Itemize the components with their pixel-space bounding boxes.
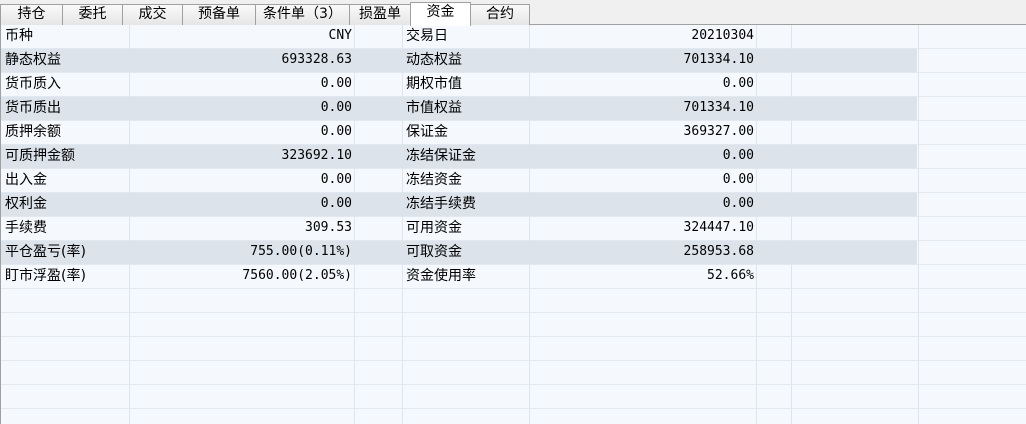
label-trading-day: 交易日 <box>406 28 448 44</box>
value-deposit-withdrawal: 0.00 <box>320 172 352 187</box>
tab-orders[interactable]: 委托 <box>62 4 123 25</box>
table-row: 可质押金额 323692.10 冻结保证金 0.00 <box>1 145 1026 169</box>
label-available-funds: 可用资金 <box>406 220 462 236</box>
value-mtm-float-pnl: 7560.00(2.05%) <box>242 268 352 283</box>
label-frozen-commission: 冻结手续费 <box>406 196 476 212</box>
value-fund-usage-rate: 52.66% <box>707 268 754 283</box>
label-static-equity: 静态权益 <box>5 52 61 68</box>
label-dynamic-equity: 动态权益 <box>406 52 462 68</box>
value-currency-pledge-out: 0.00 <box>320 100 352 115</box>
label-currency: 币种 <box>5 28 33 44</box>
table-row: 盯市浮盈(率) 7560.00(2.05%) 资金使用率 52.66% <box>1 265 1026 289</box>
label-margin: 保证金 <box>406 124 448 140</box>
label-pledgeable-amount: 可质押金额 <box>5 148 75 164</box>
value-available-funds: 324447.10 <box>683 220 754 235</box>
value-frozen-commission: 0.00 <box>722 196 754 211</box>
table-row: 货币质出 0.00 市值权益 701334.10 <box>1 97 1026 121</box>
table-row: 出入金 0.00 冻结资金 0.00 <box>1 169 1026 193</box>
label-frozen-funds: 冻结资金 <box>406 172 462 188</box>
label-currency-pledge-out: 货币质出 <box>5 100 61 116</box>
label-premium: 权利金 <box>5 196 47 212</box>
funds-table: 币种 CNY 交易日 20210304 静态权益 693328.63 动态权益 … <box>0 25 1026 424</box>
tab-stop-profit-orders[interactable]: 损盈单 <box>349 4 411 25</box>
value-commission: 309.53 <box>305 220 352 235</box>
label-withdrawable-funds: 可取资金 <box>406 244 462 260</box>
value-currency-pledge-in: 0.00 <box>320 76 352 91</box>
table-row: 质押余额 0.00 保证金 369327.00 <box>1 121 1026 145</box>
tab-trades[interactable]: 成交 <box>122 4 183 25</box>
tab-bar: 持仓 委托 成交 预备单 条件单（3） 损盈单 资金 合约 <box>0 0 1026 26</box>
table-row: 币种 CNY 交易日 20210304 <box>1 25 1026 49</box>
value-trading-day: 20210304 <box>691 28 754 43</box>
label-fund-usage-rate: 资金使用率 <box>406 268 476 284</box>
label-option-market-value: 期权市值 <box>406 76 462 92</box>
value-frozen-margin: 0.00 <box>722 148 754 163</box>
label-close-pnl: 平仓盈亏(率) <box>5 244 86 260</box>
table-row: 货币质入 0.00 期权市值 0.00 <box>1 73 1026 97</box>
table-row: 静态权益 693328.63 动态权益 701334.10 <box>1 49 1026 73</box>
value-static-equity: 693328.63 <box>281 52 352 67</box>
tab-prepared-orders[interactable]: 预备单 <box>182 4 256 25</box>
tab-positions[interactable]: 持仓 <box>0 4 63 25</box>
table-row: 手续费 309.53 可用资金 324447.10 <box>1 217 1026 241</box>
value-option-market-value: 0.00 <box>722 76 754 91</box>
label-frozen-margin: 冻结保证金 <box>406 148 476 164</box>
label-mtm-float-pnl: 盯市浮盈(率) <box>5 268 86 284</box>
label-pledge-balance: 质押余额 <box>5 124 61 140</box>
label-commission: 手续费 <box>5 220 47 236</box>
label-market-value-equity: 市值权益 <box>406 100 462 116</box>
value-frozen-funds: 0.00 <box>722 172 754 187</box>
tab-contracts[interactable]: 合约 <box>470 4 530 25</box>
label-currency-pledge-in: 货币质入 <box>5 76 61 92</box>
tab-conditional-orders[interactable]: 条件单（3） <box>255 4 350 25</box>
label-deposit-withdrawal: 出入金 <box>5 172 47 188</box>
value-margin: 369327.00 <box>683 124 754 139</box>
value-close-pnl: 755.00(0.11%) <box>250 244 352 259</box>
value-dynamic-equity: 701334.10 <box>683 52 754 67</box>
value-pledge-balance: 0.00 <box>320 124 352 139</box>
tab-funds[interactable]: 资金 <box>410 2 471 26</box>
table-row: 平仓盈亏(率) 755.00(0.11%) 可取资金 258953.68 <box>1 241 1026 265</box>
value-pledgeable-amount: 323692.10 <box>281 148 352 163</box>
value-currency: CNY <box>328 28 352 43</box>
value-market-value-equity: 701334.10 <box>683 100 754 115</box>
table-row: 权利金 0.00 冻结手续费 0.00 <box>1 193 1026 217</box>
value-premium: 0.00 <box>320 196 352 211</box>
value-withdrawable-funds: 258953.68 <box>683 244 754 259</box>
